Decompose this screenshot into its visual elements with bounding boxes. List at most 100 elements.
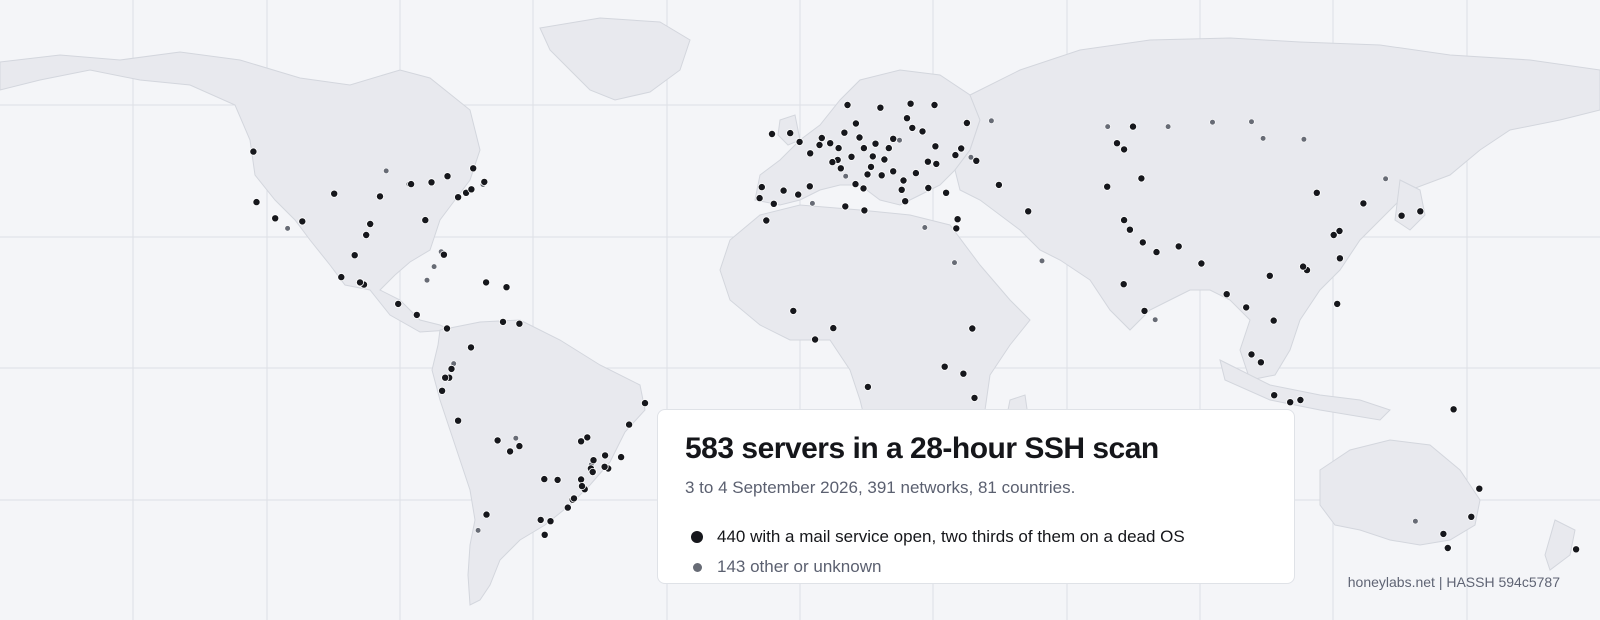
marker-mail (863, 382, 872, 391)
marker-mail (755, 194, 764, 203)
marker-mail (953, 215, 962, 224)
marker-mail (601, 451, 610, 460)
marker-mail (769, 199, 778, 208)
marker-mail (443, 172, 452, 181)
marker-mail (252, 198, 261, 207)
marker-other (1248, 118, 1255, 125)
marker-other (423, 277, 431, 284)
marker-other (512, 435, 519, 442)
marker-mail (1152, 248, 1161, 257)
marker-other (1209, 119, 1216, 126)
marker-mail (447, 364, 456, 373)
marker-mail (1024, 207, 1033, 216)
marker-mail (563, 503, 572, 512)
legend-label-other: 143 other or unknown (717, 557, 882, 576)
marker-mail (427, 178, 436, 187)
credit: honeylabs.net | HASSH 594c5787 (1347, 574, 1560, 590)
marker-mail (421, 216, 430, 225)
marker-mail (1286, 398, 1295, 407)
marker-mail (1265, 271, 1274, 280)
marker-mail (932, 159, 941, 168)
marker-mail (1120, 145, 1129, 154)
marker-mail (795, 137, 804, 146)
marker-mail (498, 317, 507, 326)
marker-mail (851, 119, 860, 128)
marker-mail (867, 162, 876, 171)
marker-mail (466, 343, 475, 352)
marker-mail (834, 144, 843, 153)
marker-mail (924, 183, 933, 192)
marker-mail (1138, 238, 1147, 247)
marker-other (1259, 135, 1267, 142)
marker-mail (375, 192, 384, 201)
marker-mail (515, 442, 524, 451)
marker-mail (840, 128, 849, 137)
page-title: 583 servers in a 28-hour SSH scan (685, 432, 1159, 465)
marker-mail (362, 230, 371, 239)
marker-mail (1137, 174, 1146, 183)
marker-other (1382, 175, 1389, 182)
land-new-zealand (1544, 519, 1576, 571)
marker-mail (438, 386, 447, 395)
marker-mail (442, 324, 451, 333)
legend-item-mail: 440 with a mail service open, two thirds… (685, 522, 1267, 552)
marker-mail (806, 149, 815, 158)
marker-mail (589, 456, 598, 465)
marker-mail (826, 139, 835, 148)
marker-mail (454, 416, 463, 425)
marker-mail (249, 147, 258, 156)
marker-mail (1125, 225, 1134, 234)
marker-mail (1335, 254, 1344, 263)
marker-mail (271, 214, 280, 223)
marker-mail (906, 99, 915, 108)
marker-mail (502, 283, 511, 292)
marker-mail (441, 373, 450, 382)
marker-mail (779, 186, 788, 195)
marker-other (842, 173, 849, 180)
marker-mail (877, 171, 886, 180)
marker-mail (1475, 484, 1484, 493)
marker-other (809, 200, 816, 207)
marker-mail (1329, 230, 1338, 239)
marker-mail (942, 188, 951, 197)
marker-other (921, 224, 928, 231)
marker-mail (843, 101, 852, 110)
dot-gray-icon (692, 562, 702, 572)
marker-mail (570, 494, 579, 503)
marker-mail (540, 530, 549, 539)
marker-mail (757, 183, 766, 192)
marker-mail (536, 515, 545, 524)
marker-mail (1103, 182, 1112, 191)
marker-mail (1333, 299, 1342, 308)
marker-mail (1296, 395, 1305, 404)
land-north-america (0, 51, 481, 333)
marker-mail (789, 306, 798, 315)
marker-mail (1299, 262, 1308, 271)
marker-other (988, 117, 995, 124)
marker-mail (588, 467, 597, 476)
marker-mail (786, 129, 795, 138)
marker-mail (828, 158, 837, 167)
marker-mail (330, 189, 339, 198)
marker-mail (897, 185, 906, 194)
marker-other (896, 137, 903, 144)
marker-mail (1312, 188, 1321, 197)
marker-other (1412, 518, 1419, 525)
marker-mail (884, 144, 893, 153)
marker-mail (1113, 139, 1122, 148)
marker-mail (962, 119, 971, 128)
marker-mail (868, 152, 877, 161)
marker-mail (859, 184, 868, 193)
marker-other (1152, 316, 1159, 323)
marker-mail (454, 193, 463, 202)
marker-mail (952, 224, 961, 233)
land-south-america (431, 319, 646, 606)
dot-black-icon (691, 531, 703, 543)
marker-mail (600, 462, 609, 471)
marker-mail (923, 157, 932, 166)
marker-other (1164, 123, 1172, 130)
marker-mail (337, 273, 346, 282)
marker-other (383, 167, 390, 174)
marker-mail (899, 176, 908, 185)
marker-mail (1256, 358, 1265, 367)
